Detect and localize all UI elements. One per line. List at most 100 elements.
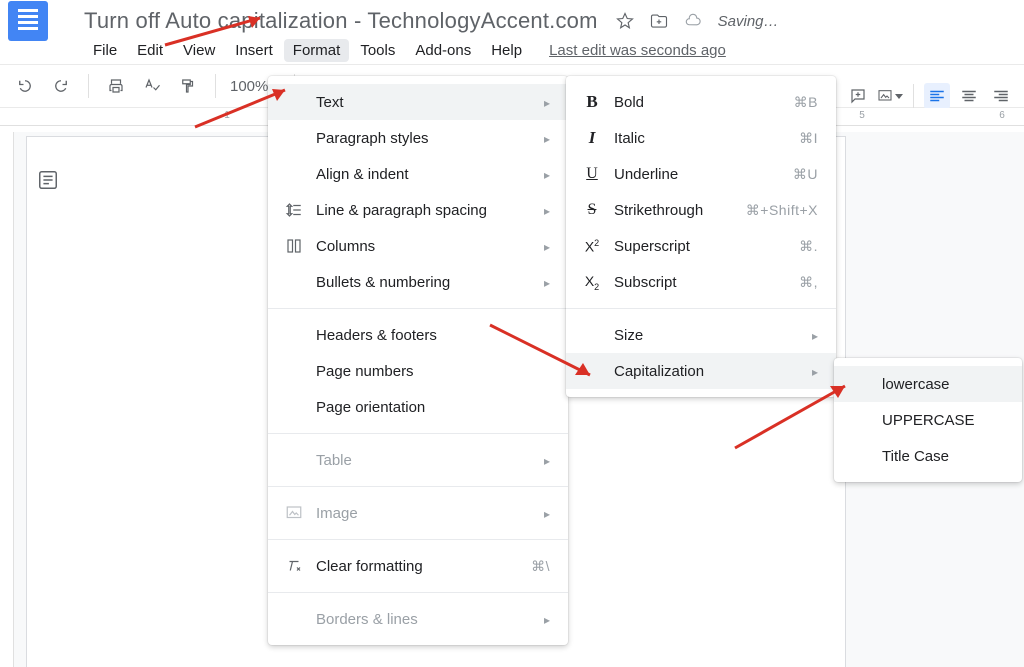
clear-format-icon (282, 557, 306, 575)
format-item-paragraph-styles[interactable]: Paragraph styles (268, 120, 568, 156)
menu-shortcut: ⌘, (799, 274, 818, 291)
google-docs-logo[interactable] (8, 1, 48, 41)
menu-insert[interactable]: Insert (226, 39, 282, 62)
insert-comment-button[interactable] (845, 83, 871, 109)
menu-help[interactable]: Help (482, 39, 531, 62)
document-title[interactable]: Turn off Auto capitalization - Technolog… (84, 8, 598, 34)
move-icon[interactable] (650, 12, 668, 30)
text-item-size[interactable]: Size (566, 317, 836, 353)
menu-item-label: Title Case (882, 448, 1004, 465)
star-icon[interactable] (616, 12, 634, 30)
menu-divider (268, 539, 568, 540)
menu-shortcut: ⌘+Shift+X (746, 202, 818, 219)
menu-item-label: lowercase (882, 376, 1004, 393)
menu-item-label: Strikethrough (614, 202, 718, 219)
X2-icon: X2 (580, 238, 604, 255)
text-item-capitalization[interactable]: Capitalization (566, 353, 836, 389)
columns-icon (282, 237, 306, 255)
submenu-arrow-icon (544, 274, 550, 291)
menu-format[interactable]: Format (284, 39, 350, 62)
submenu-arrow-icon (544, 94, 550, 111)
menu-item-label: Italic (614, 130, 771, 147)
ruler-mark: 5 (859, 110, 865, 121)
align-right-button[interactable] (988, 83, 1014, 109)
line-spacing-icon (282, 201, 306, 219)
menu-item-label: Text (316, 94, 516, 111)
text-item-strikethrough[interactable]: SStrikethrough⌘+Shift+X (566, 192, 836, 228)
redo-button[interactable] (48, 73, 74, 99)
menu-item-label: Line & paragraph spacing (316, 202, 516, 219)
submenu-arrow-icon (544, 452, 550, 469)
menu-tools[interactable]: Tools (351, 39, 404, 62)
format-item-bullets-numbering[interactable]: Bullets & numbering (268, 264, 568, 300)
format-item-text[interactable]: Text (268, 84, 568, 120)
menu-item-label: Size (614, 327, 784, 344)
submenu-arrow-icon (544, 202, 550, 219)
format-item-headers-footers[interactable]: Headers & footers (268, 317, 568, 353)
menu-item-label: Headers & footers (316, 327, 550, 344)
vertical-ruler[interactable] (0, 132, 14, 667)
align-center-button[interactable] (956, 83, 982, 109)
menu-divider (268, 486, 568, 487)
menu-view[interactable]: View (174, 39, 224, 62)
submenu-arrow-icon (544, 611, 550, 628)
menu-item-label: Underline (614, 166, 765, 183)
format-item-clear-formatting[interactable]: Clear formatting ⌘\ (268, 548, 568, 584)
menu-item-label: Clear formatting (316, 558, 503, 575)
spellcheck-button[interactable] (139, 73, 165, 99)
insert-image-button[interactable] (877, 83, 903, 109)
menu-item-label: Superscript (614, 238, 771, 255)
submenu-arrow-icon (544, 130, 550, 147)
menu-item-label: Page orientation (316, 399, 550, 416)
submenu-arrow-icon (544, 166, 550, 183)
ruler-mark: 6 (999, 110, 1005, 121)
submenu-arrow-icon (544, 238, 550, 255)
last-edit-link[interactable]: Last edit was seconds ago (549, 42, 726, 59)
capitalization-item-uppercase[interactable]: UPPERCASE (834, 402, 1022, 438)
print-button[interactable] (103, 73, 129, 99)
menu-item-label: Capitalization (614, 363, 784, 380)
text-item-underline[interactable]: UUnderline⌘U (566, 156, 836, 192)
zoom-value: 100% (230, 78, 268, 95)
text-item-superscript[interactable]: X2 Superscript ⌘. (566, 228, 836, 264)
menu-divider (268, 592, 568, 593)
menu-shortcut: ⌘. (799, 238, 818, 255)
menu-shortcut: ⌘B (794, 94, 818, 111)
menu-item-label: Paragraph styles (316, 130, 516, 147)
menu-bar: File Edit View Insert Format Tools Add-o… (0, 36, 1024, 64)
menu-shortcut: ⌘I (799, 130, 818, 147)
format-item-line-paragraph-spacing[interactable]: Line & paragraph spacing (268, 192, 568, 228)
paint-format-button[interactable] (175, 73, 201, 99)
format-menu: Text Paragraph styles Align & indent Line &… (268, 76, 568, 645)
menu-item-label: Bullets & numbering (316, 274, 516, 291)
chevron-down-icon (895, 94, 903, 99)
submenu-arrow-icon (812, 327, 818, 344)
menu-item-label: Align & indent (316, 166, 516, 183)
capitalization-item-lowercase[interactable]: lowercase (834, 366, 1022, 402)
menu-item-label: Image (316, 505, 516, 522)
cloud-sync-icon (684, 12, 702, 30)
menu-item-label: Bold (614, 94, 766, 111)
capitalization-item-title-case[interactable]: Title Case (834, 438, 1022, 474)
format-item-align-indent[interactable]: Align & indent (268, 156, 568, 192)
text-item-subscript[interactable]: X2Subscript⌘, (566, 264, 836, 300)
menu-addons[interactable]: Add-ons (406, 39, 480, 62)
format-item-table: Table (268, 442, 568, 478)
format-item-page-numbers[interactable]: Page numbers (268, 353, 568, 389)
menu-item-label: Page numbers (316, 363, 550, 380)
undo-button[interactable] (12, 73, 38, 99)
menu-file[interactable]: File (84, 39, 126, 62)
menu-divider (268, 308, 568, 309)
menu-item-label: Table (316, 452, 516, 469)
submenu-arrow-icon (812, 363, 818, 380)
format-item-columns[interactable]: Columns (268, 228, 568, 264)
menu-divider (566, 308, 836, 309)
text-item-bold[interactable]: BBold⌘B (566, 84, 836, 120)
menu-edit[interactable]: Edit (128, 39, 172, 62)
menu-shortcut: ⌘\ (531, 558, 550, 575)
X2s-icon: X2 (580, 273, 604, 292)
align-left-button[interactable] (924, 83, 950, 109)
format-item-page-orientation[interactable]: Page orientation (268, 389, 568, 425)
text-item-italic[interactable]: IItalic⌘I (566, 120, 836, 156)
document-outline-button[interactable] (34, 166, 62, 194)
